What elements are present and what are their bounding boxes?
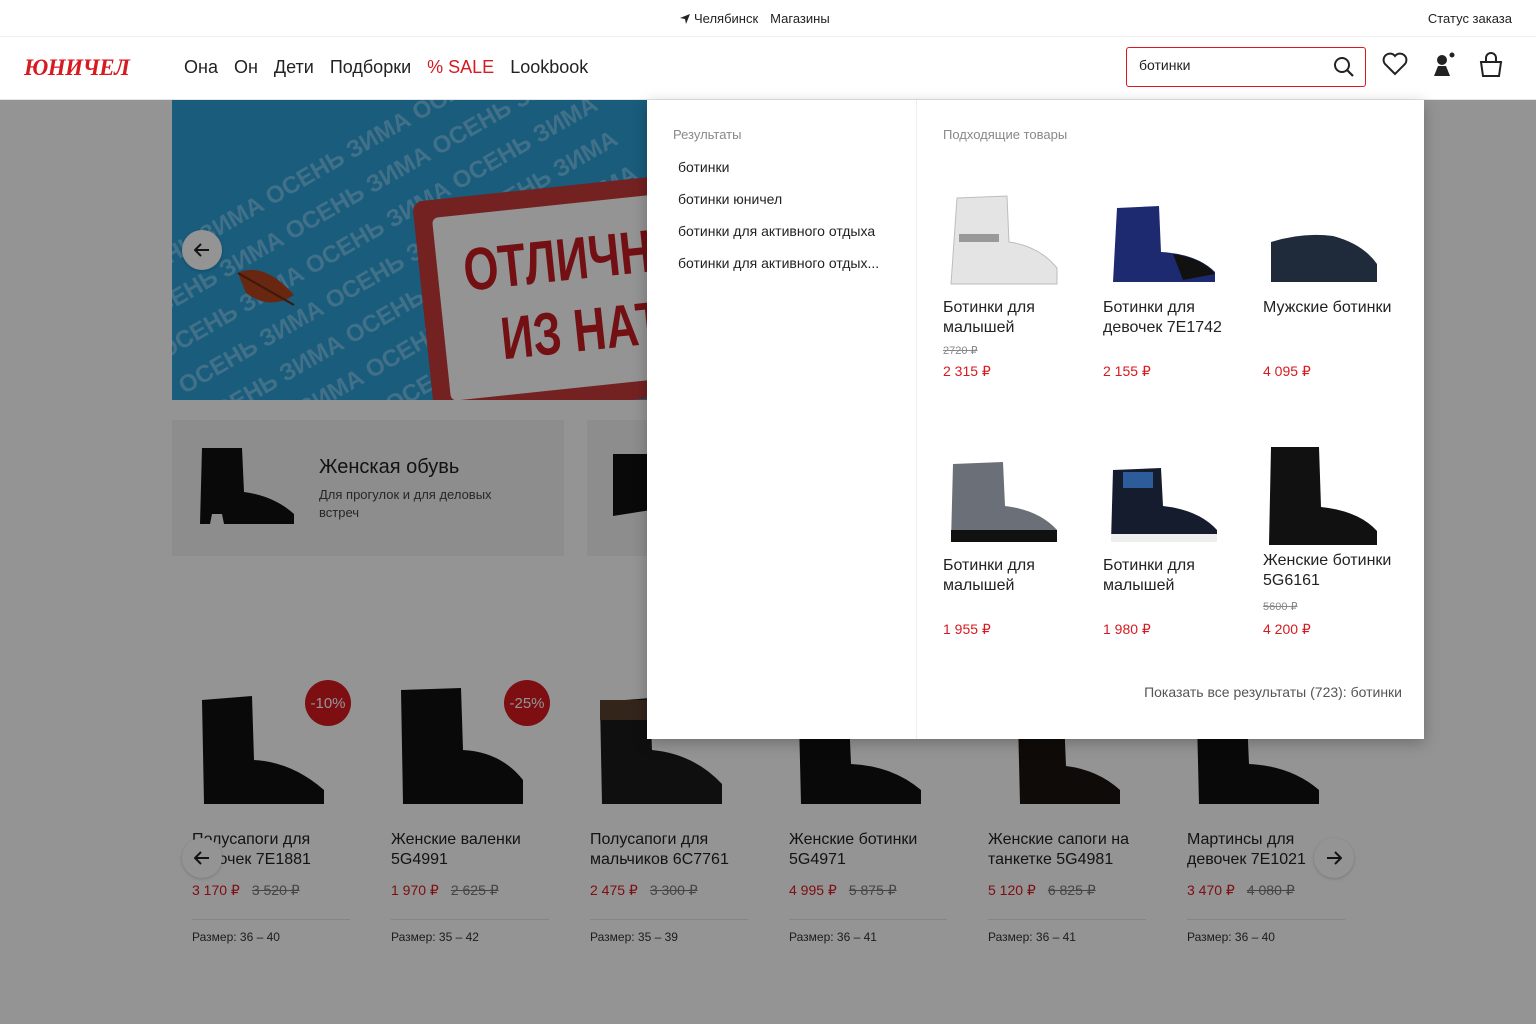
- search-suggestions: Результаты ботинки ботинки юничел ботинк…: [647, 100, 917, 739]
- search-box: [1126, 47, 1366, 87]
- product-title: Женские ботинки 5G6161: [1263, 552, 1392, 589]
- product-image: [1271, 234, 1377, 282]
- nav-item-sale[interactable]: % SALE: [427, 57, 494, 78]
- product-price: 1 955 ₽: [943, 621, 991, 637]
- search-input[interactable]: [1139, 57, 1329, 73]
- main-nav: Она Он Дети Подборки % SALE Lookbook: [184, 57, 588, 78]
- product-image: [951, 462, 1057, 542]
- product-price: 1 980 ₽: [1103, 621, 1151, 637]
- product-price: 2 315 ₽: [943, 363, 991, 379]
- suggestion-item[interactable]: ботинки: [678, 159, 729, 175]
- search-icon[interactable]: [1333, 56, 1355, 78]
- product-title: Ботинки для девочек 7Е1742: [1103, 299, 1222, 336]
- product-title: Мужские ботинки: [1263, 299, 1392, 316]
- top-bar: Челябинск Магазины Статус заказа: [0, 0, 1536, 37]
- search-dropdown: Результаты ботинки ботинки юничел ботинк…: [647, 100, 1424, 739]
- heart-icon[interactable]: [1382, 52, 1408, 76]
- product-price: 4 095 ₽: [1263, 363, 1311, 379]
- product-image: [1113, 206, 1215, 282]
- site-logo[interactable]: ЮНИЧЕЛ: [24, 55, 130, 81]
- show-all-results-link[interactable]: Показать все результаты (723): ботинки: [1144, 684, 1402, 700]
- product-price: 4 200 ₽: [1263, 621, 1311, 637]
- suggestion-item[interactable]: ботинки юничел: [678, 191, 782, 207]
- suggestion-item[interactable]: ботинки для активного отдыха: [678, 223, 875, 239]
- main-header: ЮНИЧЕЛ Она Он Дети Подборки % SALE Lookb…: [0, 37, 1536, 100]
- results-heading: Результаты: [673, 127, 742, 142]
- product-image: [1269, 447, 1377, 545]
- city-selector[interactable]: Челябинск: [680, 11, 758, 26]
- nav-item-she[interactable]: Она: [184, 57, 218, 78]
- products-heading: Подходящие товары: [943, 127, 1068, 142]
- nav-item-kids[interactable]: Дети: [274, 57, 314, 78]
- stores-link[interactable]: Магазины: [770, 11, 830, 26]
- product-title: Ботинки для малышей: [943, 299, 1035, 336]
- product-image: [950, 195, 1058, 285]
- product-title: Ботинки для малышей: [1103, 557, 1195, 594]
- product-image: [1111, 468, 1217, 542]
- order-status-link[interactable]: Статус заказа: [1428, 11, 1512, 26]
- suggestion-item[interactable]: ботинки для активного отдых...: [678, 255, 879, 271]
- bag-icon[interactable]: [1478, 52, 1504, 78]
- user-icon[interactable]: [1430, 52, 1456, 78]
- product-title: Ботинки для малышей: [943, 557, 1035, 594]
- product-old-price: 5600 ₽: [1263, 601, 1298, 613]
- location-arrow-icon: [680, 13, 690, 24]
- nav-item-lookbook[interactable]: Lookbook: [510, 57, 588, 78]
- product-price: 2 155 ₽: [1103, 363, 1151, 379]
- product-old-price: 2720 ₽: [943, 345, 978, 357]
- nav-item-he[interactable]: Он: [234, 57, 258, 78]
- nav-item-collections[interactable]: Подборки: [330, 57, 411, 78]
